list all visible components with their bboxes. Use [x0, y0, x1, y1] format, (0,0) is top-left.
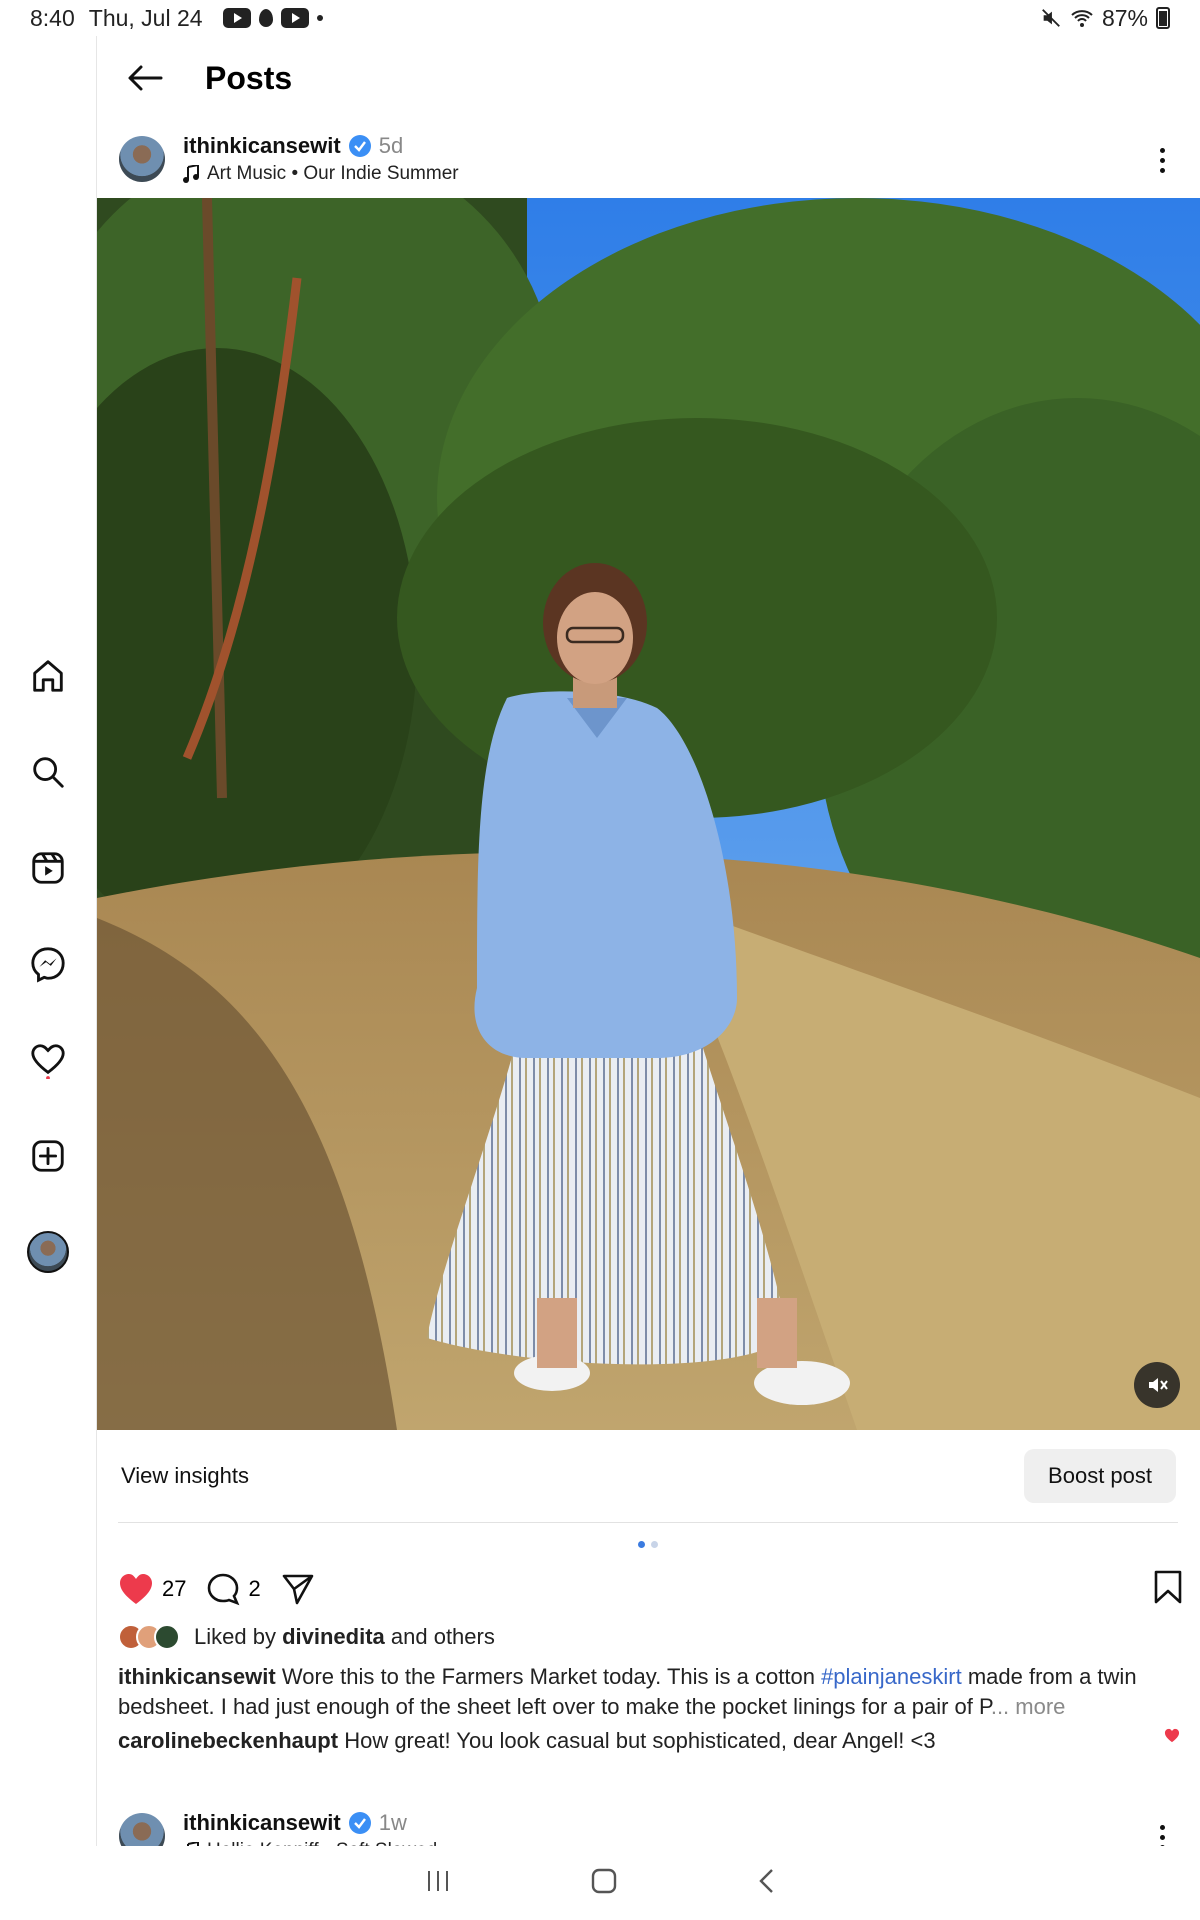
insights-row: View insights Boost post	[97, 1430, 1200, 1522]
comment-like-icon[interactable]	[1164, 1728, 1180, 1748]
top-comment: carolinebeckenhaupt How great! You look …	[118, 1728, 1183, 1754]
heart-icon[interactable]	[26, 1038, 70, 1082]
notification-dot-icon	[316, 15, 323, 21]
verified-badge-icon	[348, 1812, 371, 1834]
divider	[118, 1522, 1178, 1523]
back-button[interactable]	[115, 48, 175, 108]
bookmark-icon	[1154, 1570, 1182, 1603]
caption-username[interactable]: ithinkicansewit	[118, 1664, 276, 1689]
boost-post-button[interactable]: Boost post	[1024, 1449, 1176, 1503]
share-button[interactable]	[281, 1572, 315, 1606]
home-button[interactable]	[591, 1868, 617, 1899]
username[interactable]: ithinkicansewit	[183, 133, 341, 159]
arrow-left-icon	[128, 65, 163, 91]
back-nav-button[interactable]	[757, 1868, 775, 1899]
recent-apps-button[interactable]	[425, 1869, 451, 1898]
carousel-indicator	[638, 1541, 658, 1548]
search-icon[interactable]	[26, 750, 70, 794]
comment-button[interactable]: 2	[206, 1572, 261, 1606]
home-icon[interactable]	[26, 654, 70, 698]
speaker-muted-icon	[1149, 1378, 1168, 1392]
post-photo-illustration	[97, 198, 1200, 1430]
profile-avatar[interactable]	[26, 1230, 70, 1274]
messenger-icon[interactable]	[26, 942, 70, 986]
comment-username[interactable]: carolinebeckenhaupt	[118, 1728, 338, 1753]
mute-status-icon	[1042, 9, 1060, 27]
drop-icon	[258, 9, 273, 27]
heart-filled-icon	[120, 1574, 152, 1604]
username[interactable]: ithinkicansewit	[183, 1810, 341, 1836]
caption-more-link[interactable]: ... more	[991, 1694, 1066, 1719]
create-icon[interactable]	[26, 1134, 70, 1178]
likes-count[interactable]: 27	[162, 1576, 186, 1602]
send-icon	[282, 1574, 314, 1605]
music-info[interactable]: Art Music • Our Indie Summer	[207, 163, 459, 185]
post-photo[interactable]	[97, 198, 1200, 1430]
verified-badge-icon	[348, 135, 371, 157]
page-title: Posts	[205, 59, 293, 96]
unmute-button[interactable]	[1134, 1362, 1180, 1408]
caption-hashtag[interactable]: #plainjaneskirt	[821, 1664, 962, 1689]
post-time: 5d	[378, 133, 404, 158]
post-time: 1w	[378, 1810, 407, 1835]
status-time: 8:40	[30, 4, 75, 31]
more-options-button[interactable]	[1144, 140, 1180, 180]
youtube-icon	[222, 8, 251, 28]
comment-text: How great! You look casual but sophistic…	[344, 1728, 936, 1753]
save-button[interactable]	[1153, 1570, 1183, 1609]
liked-by-user[interactable]: divinedita	[282, 1624, 385, 1650]
post-actions: 27 2	[118, 1566, 1183, 1612]
youtube-icon	[280, 8, 309, 28]
liker-avatars	[118, 1624, 180, 1650]
music-note-icon	[183, 165, 199, 183]
status-bar: 8:40 Thu, Jul 24 87%	[0, 0, 1200, 36]
status-date: Thu, Jul 24	[88, 4, 203, 31]
avatar[interactable]	[119, 136, 165, 182]
wifi-icon	[1071, 10, 1093, 27]
liked-by-row[interactable]: Liked by divinedita and others	[118, 1624, 495, 1650]
header: Posts	[97, 36, 1200, 120]
post-header: ithinkicansewit 5d Art Music • Our Indie…	[97, 120, 1200, 198]
liked-by-prefix: Liked by	[194, 1624, 276, 1649]
comment-icon	[208, 1573, 240, 1606]
view-insights-link[interactable]: View insights	[121, 1463, 249, 1489]
liked-by-suffix[interactable]: and others	[391, 1624, 495, 1650]
system-navigation-bar	[0, 1846, 1200, 1920]
post-caption: ithinkicansewit Wore this to the Farmers…	[118, 1662, 1183, 1722]
left-navigation	[0, 36, 97, 1846]
reels-icon[interactable]	[26, 846, 70, 890]
caption-text-1: Wore this to the Farmers Market today. T…	[281, 1664, 815, 1689]
battery-icon	[1156, 7, 1170, 29]
comments-count[interactable]: 2	[248, 1576, 260, 1602]
like-button[interactable]: 27	[118, 1572, 186, 1606]
battery-percent: 87%	[1101, 4, 1148, 31]
